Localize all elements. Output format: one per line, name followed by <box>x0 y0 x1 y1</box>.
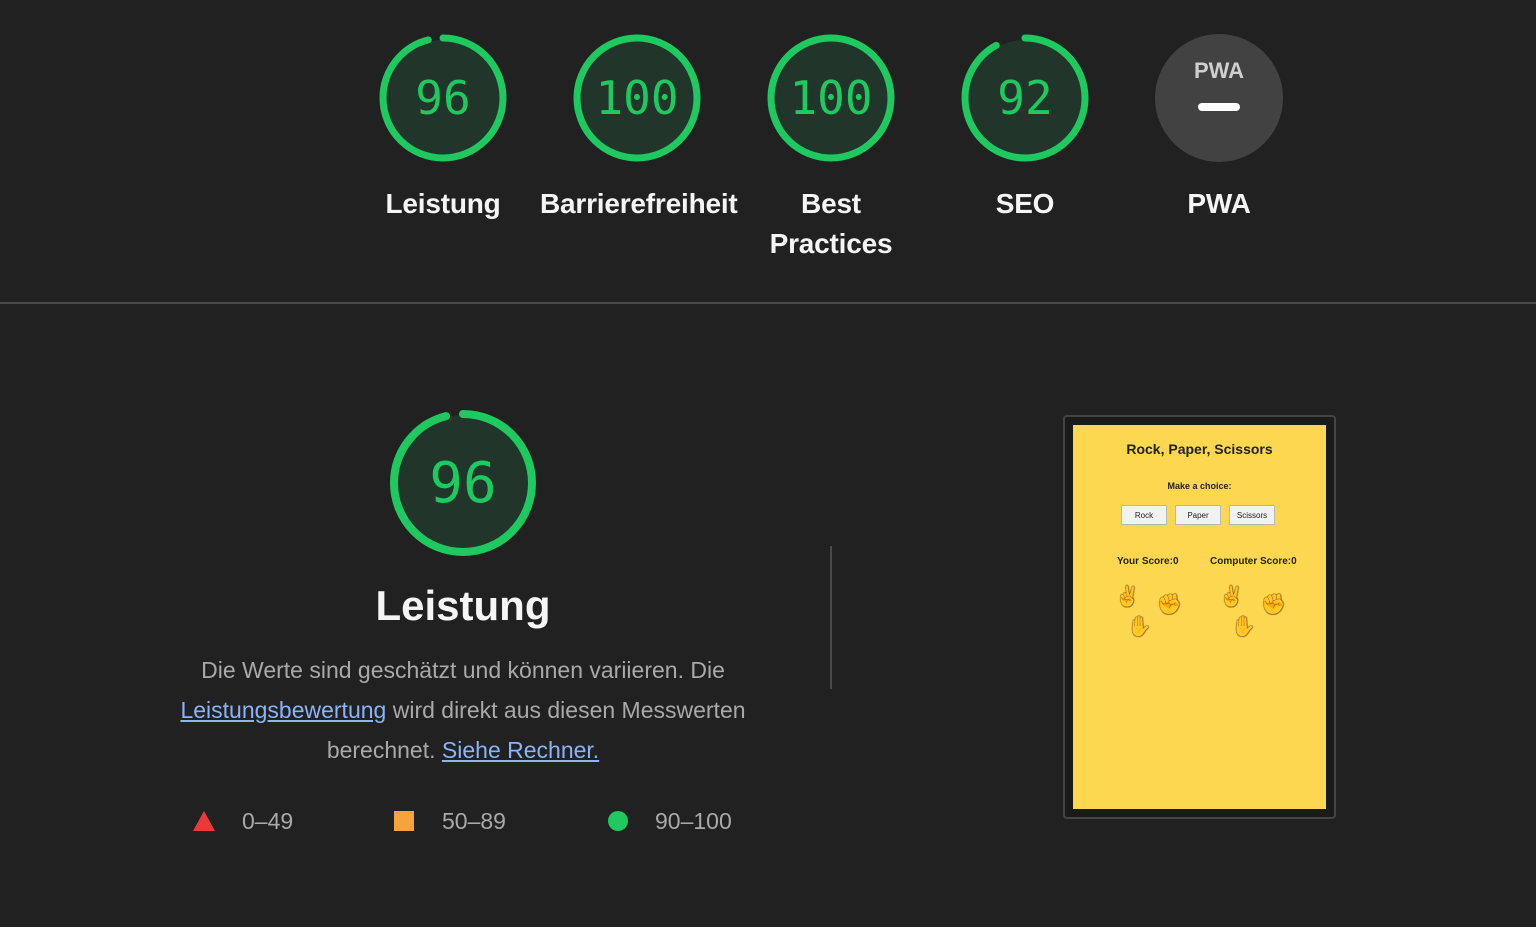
scoring-link[interactable]: Leistungsbewertung <box>180 697 386 723</box>
gauge-ring: 96 <box>379 34 507 162</box>
rock-hand-icon: ✊ <box>1261 594 1286 616</box>
screenshot-scissors-button: Scissors <box>1229 505 1275 525</box>
category-gauges: 96 Leistung 100 Barrierefreiheit 100 Bes… <box>0 0 1536 303</box>
gauge-accessibility[interactable]: 100 Barrierefreiheit <box>540 34 738 224</box>
screenshot-rock-button: Rock <box>1121 505 1167 525</box>
pwa-badge: PWA <box>1155 34 1283 162</box>
calculator-link[interactable]: Siehe Rechner. <box>442 737 599 763</box>
screenshot-your-score: Your Score:0 <box>1117 556 1179 567</box>
gauge-ring: 100 <box>573 34 701 162</box>
scissors-hand-icon: ✌ <box>1219 586 1244 608</box>
gauge-label: Best Practices <box>769 188 893 259</box>
gauge-score: 96 <box>429 451 496 516</box>
gauge-score: 100 <box>789 71 872 125</box>
gauge-pwa[interactable]: PWA PWA <box>1122 34 1316 224</box>
screenshot-image: Rock, Paper, Scissors Make a choice: Roc… <box>1073 425 1326 809</box>
paper-hand-icon: ✋ <box>1127 616 1152 638</box>
gauge-ring: 92 <box>961 34 1089 162</box>
gauge-ring: 96 <box>390 410 536 556</box>
vertical-divider <box>830 546 832 689</box>
paper-hand-icon: ✋ <box>1231 616 1256 638</box>
score-legend: 0–49 50–89 90–100 <box>0 806 900 836</box>
screenshot-make-choice: Make a choice: <box>1167 481 1232 491</box>
fail-triangle-icon <box>193 811 215 831</box>
performance-title: Leistung <box>375 582 551 629</box>
screenshot-paper-button: Paper <box>1175 505 1221 525</box>
performance-gauge-large: 96 <box>388 408 538 558</box>
legend-pass: 90–100 <box>655 808 732 834</box>
screenshot-title: Rock, Paper, Scissors <box>1126 441 1273 457</box>
gauge-label: Barrierefreiheit <box>540 188 738 219</box>
performance-description: Die Werte sind geschätzt und können vari… <box>143 650 783 770</box>
gauge-performance[interactable]: 96 Leistung <box>346 34 540 224</box>
rock-hand-icon: ✊ <box>1157 594 1182 616</box>
scissors-hand-icon: ✌ <box>1115 586 1140 608</box>
gauge-score: 92 <box>997 71 1052 125</box>
pwa-logo-icon: PWA <box>1194 58 1244 83</box>
legend-fail: 0–49 <box>242 808 294 834</box>
pass-circle-icon <box>608 811 628 831</box>
gauge-seo[interactable]: 92 SEO <box>928 34 1122 224</box>
gauge-ring: 100 <box>767 34 895 162</box>
performance-section: 96 Leistung Die Werte sind geschätzt und… <box>0 304 1536 927</box>
gauge-label: Leistung <box>385 188 501 219</box>
desc-text-1: Die Werte sind geschätzt und können vari… <box>201 657 725 683</box>
pwa-dash-icon <box>1198 103 1240 111</box>
gauge-label: PWA <box>1187 188 1251 219</box>
screenshot-computer-score: Computer Score:0 <box>1210 556 1297 567</box>
legend-average: 50–89 <box>442 808 506 834</box>
gauge-score: 100 <box>595 71 678 125</box>
average-square-icon <box>394 811 414 831</box>
gauge-best-practices[interactable]: 100 Best Practices <box>734 34 928 264</box>
gauge-score: 96 <box>415 71 470 125</box>
final-screenshot[interactable]: Rock, Paper, Scissors Make a choice: Roc… <box>1063 415 1336 819</box>
gauge-label: SEO <box>995 188 1055 219</box>
